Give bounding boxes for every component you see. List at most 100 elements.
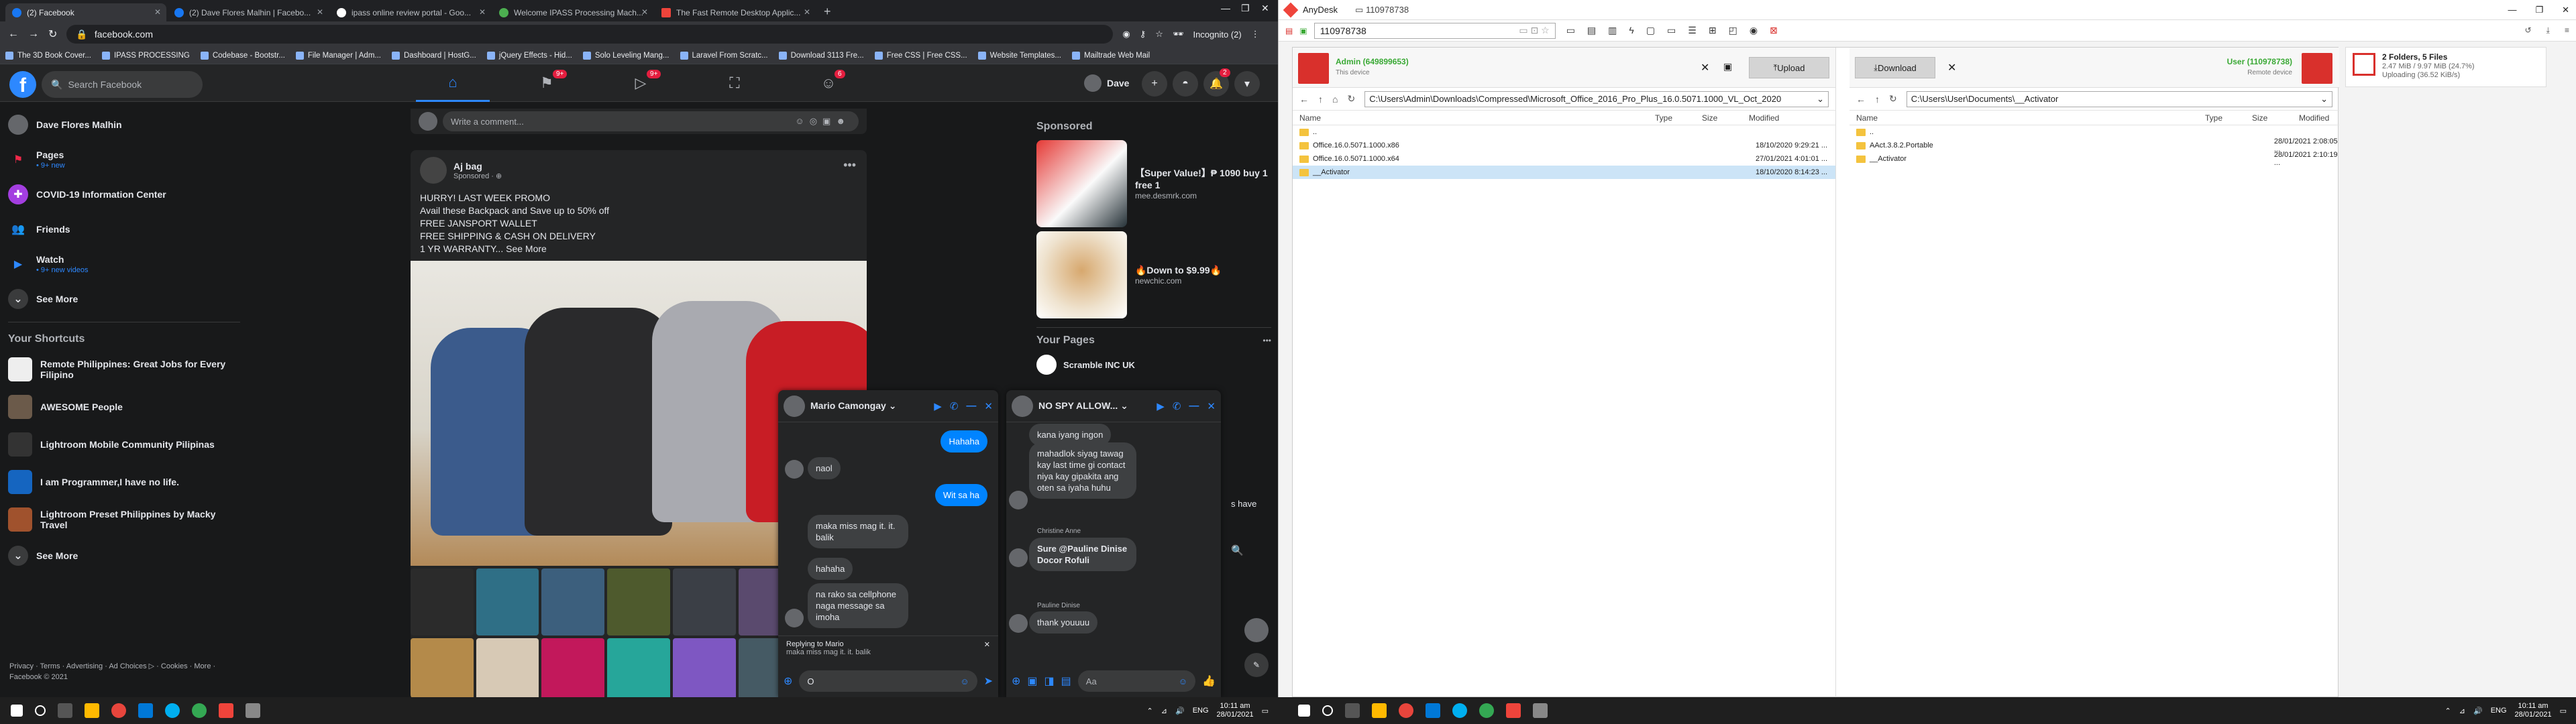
display-icon[interactable]: ▭ xyxy=(1667,25,1676,36)
sidebar-item-profile[interactable]: Dave Flores Malhin xyxy=(8,107,240,142)
file-row-selected[interactable]: __Activator 18/10/2020 8:14:23 ... xyxy=(1293,166,1835,179)
up-arrow-icon[interactable]: ↑ xyxy=(1318,94,1323,105)
clipboard-icon[interactable]: ▥ xyxy=(1608,25,1617,36)
emoji-icon[interactable]: ☺ xyxy=(960,676,969,686)
like-icon[interactable]: 👍 xyxy=(1202,674,1216,688)
snipping-tool-icon[interactable] xyxy=(246,703,260,718)
thumbnail[interactable] xyxy=(607,638,670,697)
home-icon[interactable]: ⌂ xyxy=(1332,94,1338,105)
message-bubble[interactable]: hahaha xyxy=(808,558,853,580)
file-row[interactable]: Office.16.0.5071.1000.x86 18/10/2020 9:29… xyxy=(1293,139,1835,152)
message-bubble[interactable]: mahadlok siyag tawag kay last time gi co… xyxy=(1029,442,1136,499)
maximize-button[interactable]: ❐ xyxy=(2535,5,2543,15)
column-size[interactable]: Size xyxy=(1702,113,1749,123)
maximize-button[interactable]: ❐ xyxy=(1241,3,1250,14)
gif-icon[interactable]: ▤ xyxy=(1061,674,1071,688)
sidebar-item-friends[interactable]: 👥 Friends xyxy=(8,212,240,247)
pages-flag-icon[interactable]: ⚑ 9+ xyxy=(510,64,584,102)
settings-sliders-icon[interactable]: ☰ xyxy=(1688,25,1697,36)
file-row[interactable]: AAct.3.8.2.Portable 28/01/2021 2:08:05 ..… xyxy=(1849,137,2339,154)
shortcut-item[interactable]: Remote Philippines: Great Jobs for Every… xyxy=(8,351,240,388)
file-row[interactable]: .. xyxy=(1849,125,2339,139)
add-icon[interactable]: ⊕ xyxy=(784,674,792,688)
more-options-icon[interactable]: ••• xyxy=(1263,336,1271,345)
volume-icon[interactable]: 🔊 xyxy=(1175,707,1185,715)
forward-arrow-icon[interactable]: → xyxy=(28,28,39,40)
tab-anydesk[interactable]: The Fast Remote Desktop Applic... ✕ xyxy=(655,3,816,21)
add-icon[interactable]: ⊕ xyxy=(1012,674,1020,688)
avatar[interactable] xyxy=(1012,395,1033,417)
reload-icon[interactable]: ↻ xyxy=(1889,93,1897,105)
file-icon[interactable]: ▤ xyxy=(1587,25,1596,36)
image-icon[interactable]: ▣ xyxy=(1027,674,1037,688)
reload-icon[interactable]: ↻ xyxy=(48,27,57,41)
bookmark[interactable]: IPASS PROCESSING xyxy=(101,51,190,60)
menu-dots-icon[interactable]: ⋮ xyxy=(1251,29,1260,40)
sticker-icon[interactable]: ◨ xyxy=(1044,674,1055,688)
bookmark[interactable]: Solo Leveling Mang... xyxy=(582,51,669,60)
up-arrow-icon[interactable]: ↑ xyxy=(1875,94,1880,105)
session-tab[interactable]: ▭ 110978738 xyxy=(1348,5,1409,15)
message-bubble[interactable]: thank youuuu xyxy=(1029,611,1098,634)
message-bubble[interactable]: maka miss mag it. it. balik xyxy=(808,515,908,548)
avatar[interactable] xyxy=(784,395,805,417)
thumbnail[interactable] xyxy=(672,638,736,697)
page-item[interactable]: Scramble INC UK xyxy=(1036,355,1271,375)
actions-icon[interactable]: ⊞ xyxy=(1709,25,1717,36)
star-icon[interactable]: ☆ xyxy=(1155,29,1163,40)
groups-icon[interactable]: ☺ 6 xyxy=(792,64,865,102)
menu-icon[interactable]: ▤ xyxy=(1285,26,1293,36)
menu-lines-icon[interactable]: ≡ xyxy=(2565,25,2569,36)
file-explorer-icon[interactable] xyxy=(1372,703,1387,718)
column-size[interactable]: Size xyxy=(2252,113,2299,123)
minimize-button[interactable]: — xyxy=(2508,5,2516,15)
emoji-icon[interactable]: ☺ xyxy=(1179,676,1187,686)
file-row[interactable]: .. xyxy=(1293,125,1835,139)
upload-button[interactable]: ⤒ Upload xyxy=(1749,57,1829,78)
lightning-icon[interactable]: ϟ xyxy=(1629,25,1633,36)
thumbnail[interactable] xyxy=(607,568,670,636)
column-name[interactable]: Name xyxy=(1293,113,1655,123)
search-icon[interactable]: 🔍 xyxy=(1231,544,1244,556)
local-path-input[interactable]: C:\Users\Admin\Downloads\Compressed\Micr… xyxy=(1364,90,1829,107)
tab-google[interactable]: ipass online review portal - Goo... ✕ xyxy=(330,3,491,21)
language-indicator[interactable]: ENG xyxy=(1193,707,1209,715)
task-view-icon[interactable] xyxy=(58,703,72,718)
snipping-tool-icon[interactable] xyxy=(1533,703,1548,718)
transfer-status[interactable]: 2 Folders, 5 Files 2.47 MiB / 9.97 MiB (… xyxy=(2345,47,2546,87)
download-icon[interactable]: ⤓ xyxy=(2546,25,2550,36)
shortcuts-see-more[interactable]: ⌄ See More xyxy=(8,538,240,573)
column-type[interactable]: Type xyxy=(2205,113,2252,123)
facebook-logo-icon[interactable]: f xyxy=(9,71,36,98)
thumbnail[interactable] xyxy=(411,638,474,697)
message-input[interactable]: O ☺ xyxy=(799,670,977,692)
search-icon[interactable] xyxy=(35,705,46,716)
back-arrow-icon[interactable]: ← xyxy=(1856,94,1866,105)
anydesk-icon[interactable] xyxy=(1506,703,1521,718)
bookmark[interactable]: The 3D Book Cover... xyxy=(5,51,91,60)
chevron-down-icon[interactable]: ⌄ xyxy=(2320,94,2328,105)
reload-icon[interactable]: ↻ xyxy=(1347,93,1355,105)
shortcut-item[interactable]: Lightroom Mobile Community Pilipinas xyxy=(8,426,240,463)
download-button[interactable]: ⤓ Download xyxy=(1855,57,1935,78)
chevron-down-icon[interactable]: ⌄ xyxy=(1817,94,1824,105)
key-icon[interactable]: ⚷ xyxy=(1140,29,1146,40)
tab-profile[interactable]: (2) Dave Flores Malhin | Facebo... ✕ xyxy=(168,3,329,21)
message-bubble[interactable]: Hahaha xyxy=(941,430,987,452)
close-tab-icon[interactable]: ✕ xyxy=(804,7,810,17)
bookmark[interactable]: Codebase - Bootstr... xyxy=(200,51,285,60)
ad-shirt[interactable]: 🔥Down to $9.99🔥 newchic.com xyxy=(1036,229,1271,320)
shortcut-item[interactable]: AWESOME People xyxy=(8,388,240,426)
thumbnail[interactable] xyxy=(541,568,605,636)
minimize-icon[interactable]: — xyxy=(1189,400,1199,412)
sidebar-item-watch[interactable]: ▶ Watch • 9+ new videos xyxy=(8,247,240,282)
minimize-button[interactable]: — xyxy=(1221,3,1230,13)
task-view-icon[interactable] xyxy=(1345,703,1360,718)
thumbnail[interactable] xyxy=(541,638,605,697)
chrome-icon[interactable] xyxy=(111,703,126,718)
chrome-icon[interactable] xyxy=(1399,703,1413,718)
close-window-button[interactable]: ✕ xyxy=(1261,3,1269,14)
anydesk-icon[interactable] xyxy=(219,703,233,718)
close-icon[interactable]: ✕ xyxy=(1947,61,1956,74)
search-input[interactable]: 🔍 Search Facebook xyxy=(42,71,203,98)
